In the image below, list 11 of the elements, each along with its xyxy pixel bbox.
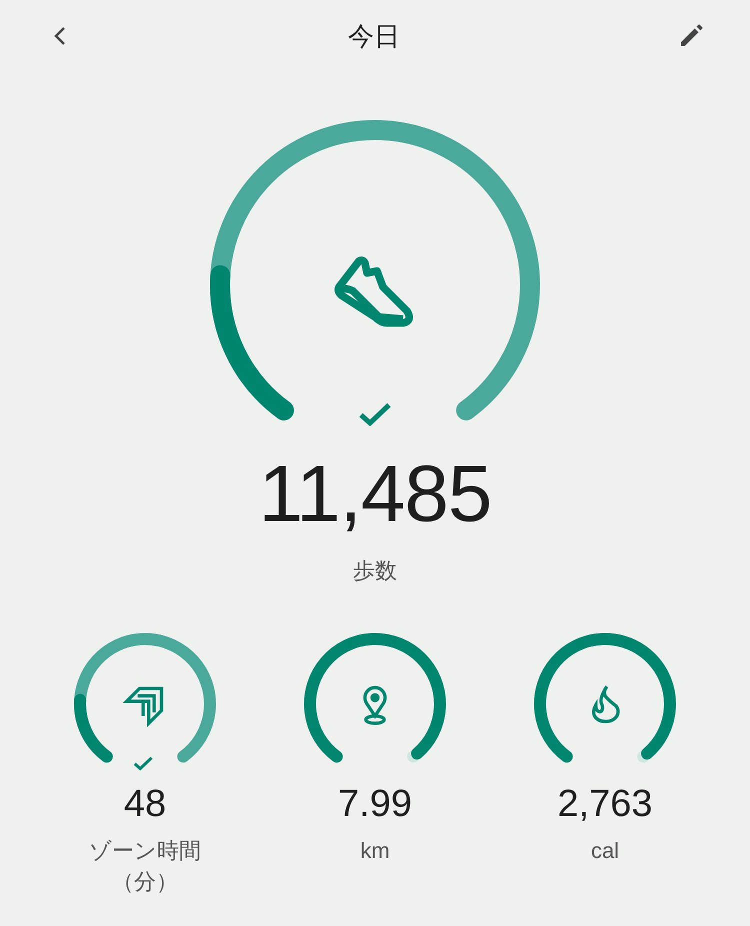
- stat-value: 7.99: [338, 783, 412, 826]
- stat-label: km: [359, 837, 391, 865]
- step-label: 歩数: [353, 557, 397, 585]
- stat-value: 48: [124, 783, 166, 826]
- stat-label: ゾーン時間（分）: [88, 837, 202, 896]
- checkmark-icon: [133, 756, 154, 770]
- stat-label: cal: [590, 837, 620, 865]
- checkmark-icon: [358, 402, 392, 426]
- stat-value: 2,763: [557, 783, 653, 826]
- page-title: 今日: [348, 20, 400, 52]
- step-count: 11,485: [258, 454, 492, 534]
